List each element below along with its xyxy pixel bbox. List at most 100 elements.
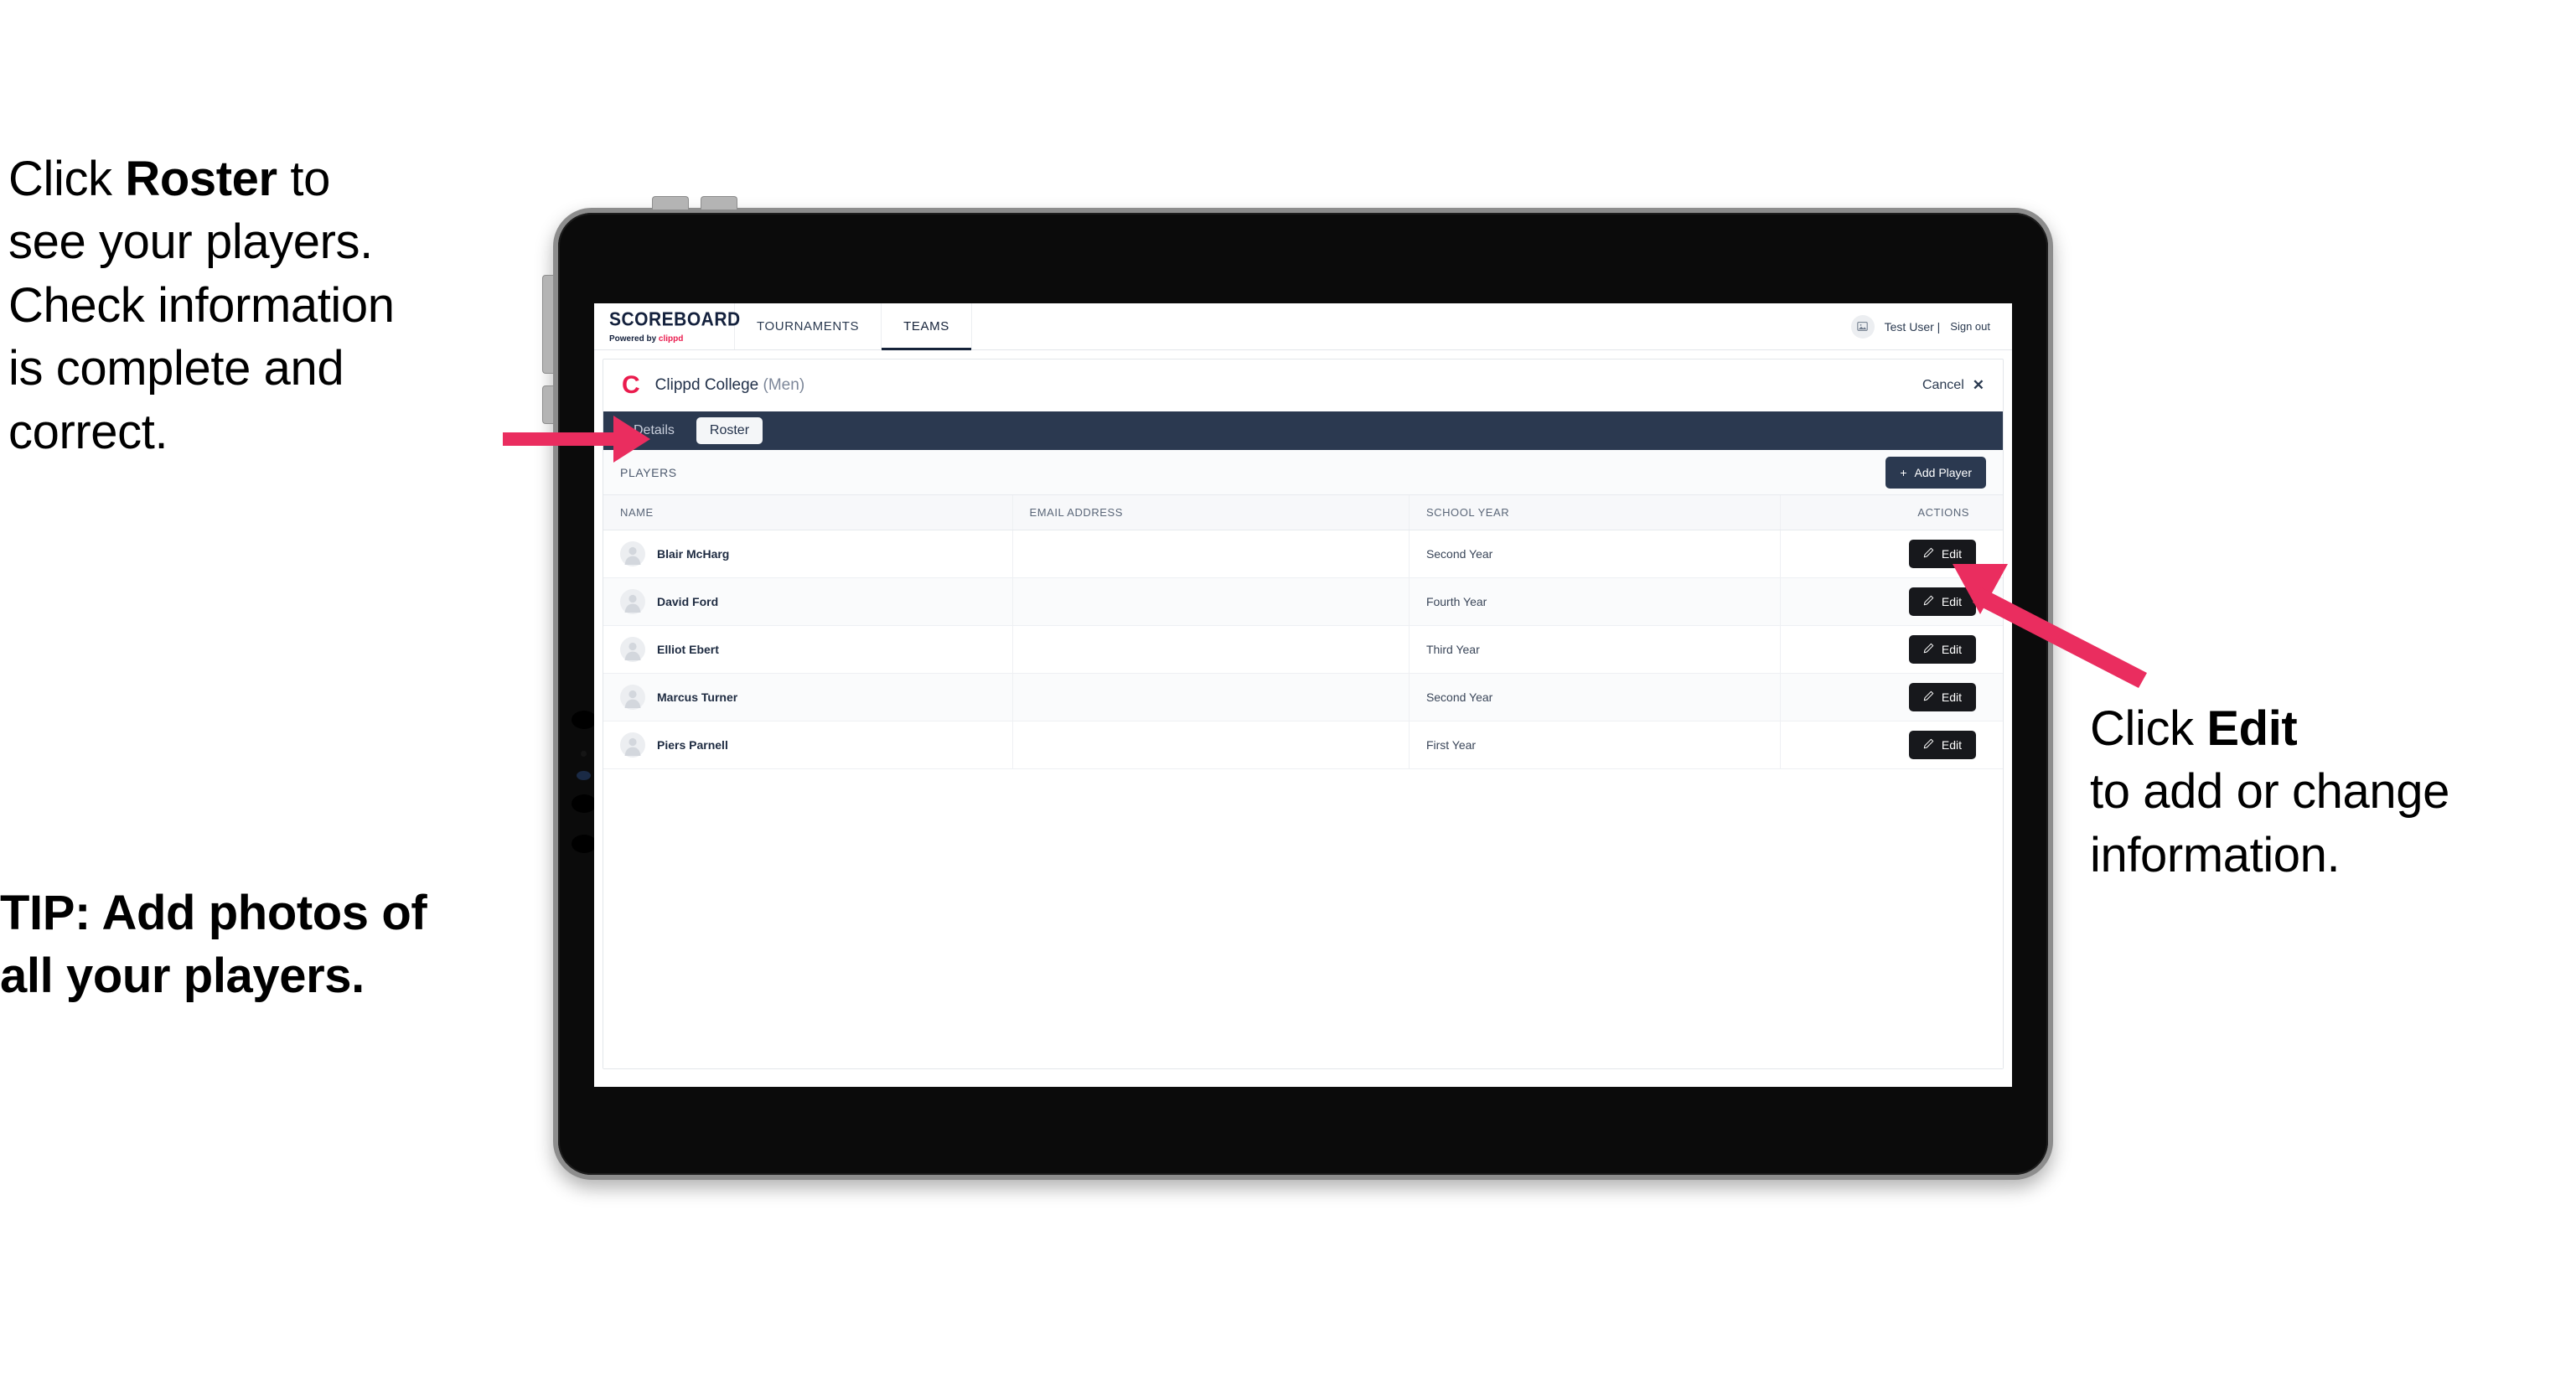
team-tabbar: Details Roster xyxy=(603,411,2003,450)
annotation-text-line-1b: to xyxy=(277,152,330,206)
player-name-label: Marcus Turner xyxy=(657,690,738,704)
tab-details[interactable]: Details xyxy=(620,417,688,444)
annotation-tip: TIP: Add photos of all your players. xyxy=(0,882,553,1008)
avatar xyxy=(620,541,645,566)
cell-school-year: First Year xyxy=(1409,721,1782,769)
player-name-cell: Elliot Ebert xyxy=(620,637,996,662)
cell-email xyxy=(1012,577,1410,626)
roster-table: NAME EMAIL ADDRESS SCHOOL YEAR ACTIONS B… xyxy=(603,495,2003,769)
table-header-row: NAME EMAIL ADDRESS SCHOOL YEAR ACTIONS xyxy=(603,495,2003,530)
player-name-label: David Ford xyxy=(657,595,719,608)
cell-name: David Ford xyxy=(603,577,1013,626)
roster-table-head: NAME EMAIL ADDRESS SCHOOL YEAR ACTIONS xyxy=(603,495,2003,530)
pencil-icon xyxy=(1923,643,1934,656)
brand-subtitle: Powered by clippd xyxy=(609,334,734,344)
brand-sub-prefix: Powered by xyxy=(609,334,659,344)
cell-actions: Edit xyxy=(1780,625,2003,674)
annotation-edit-line-3: information. xyxy=(2090,827,2341,882)
tab-roster-label: Roster xyxy=(709,423,750,437)
cell-actions: Edit xyxy=(1780,530,2003,578)
brand-logo[interactable]: SCOREBOARD Powered by clippd xyxy=(594,303,741,349)
annotation-text-line-3: Check information xyxy=(8,277,395,333)
sign-out-link[interactable]: Sign out xyxy=(1950,320,1990,333)
tablet-speaker-dot-2 xyxy=(572,794,597,813)
annotation-edit-instruction: Click Edit to add or change information. xyxy=(2090,697,2576,887)
edit-button-label: Edit xyxy=(1941,643,1962,656)
avatar xyxy=(620,589,645,614)
cell-name: Blair McHarg xyxy=(603,530,1013,578)
cell-name: Piers Parnell xyxy=(603,721,1013,769)
player-name-label: Elliot Ebert xyxy=(657,643,719,656)
players-toolbar: PLAYERS + Add Player xyxy=(603,450,2003,495)
pencil-icon xyxy=(1923,738,1934,752)
edit-button-label: Edit xyxy=(1941,690,1962,704)
edit-button[interactable]: Edit xyxy=(1908,731,1976,759)
team-detail-card: C Clippd College (Men) Cancel ✕ Details … xyxy=(603,359,2004,1069)
tablet-device-mockup: SCOREBOARD Powered by clippd TOURNAMENTS… xyxy=(542,196,2053,1180)
tablet-volume-down-button xyxy=(701,196,737,209)
user-avatar-icon[interactable] xyxy=(1850,314,1875,339)
cell-name: Marcus Turner xyxy=(603,673,1013,721)
players-section-label: PLAYERS xyxy=(620,465,677,479)
plus-icon: + xyxy=(1900,465,1907,479)
player-name-label: Piers Parnell xyxy=(657,738,728,752)
team-header: C Clippd College (Men) Cancel ✕ xyxy=(603,359,2003,411)
cell-email xyxy=(1012,673,1410,721)
column-header-name: NAME xyxy=(603,495,1013,530)
add-player-button[interactable]: + Add Player xyxy=(1885,456,1986,489)
app-top-navbar: SCOREBOARD Powered by clippd TOURNAMENTS… xyxy=(594,303,2012,350)
cell-actions: Edit xyxy=(1780,577,2003,626)
avatar xyxy=(620,637,645,662)
nav-item-tournaments[interactable]: TOURNAMENTS xyxy=(735,303,882,349)
edit-button[interactable]: Edit xyxy=(1908,540,1976,568)
tablet-power-button xyxy=(542,275,553,374)
nav-item-teams-label: TEAMS xyxy=(903,319,949,334)
brand-sub-clippd: clippd xyxy=(658,334,684,344)
annotation-roster-instruction: Click Roster to see your players. Check … xyxy=(8,147,561,463)
player-school-year-label: Fourth Year xyxy=(1425,595,1487,608)
annotation-text-roster-bold: Roster xyxy=(125,152,277,206)
cell-school-year: Second Year xyxy=(1409,530,1782,578)
player-name-cell: Piers Parnell xyxy=(620,732,996,758)
player-name-cell: Marcus Turner xyxy=(620,685,996,710)
cell-school-year: Fourth Year xyxy=(1409,577,1782,626)
cell-name: Elliot Ebert xyxy=(603,625,1013,674)
team-name-text: Clippd College xyxy=(654,376,759,394)
team-gender-suffix: (Men) xyxy=(763,376,805,394)
edit-button[interactable]: Edit xyxy=(1908,587,1976,616)
player-name-label: Blair McHarg xyxy=(657,547,730,561)
column-header-year: SCHOOL YEAR xyxy=(1409,495,1782,530)
tab-details-label: Details xyxy=(634,423,675,437)
annotation-text-line-2: see your players. xyxy=(8,215,373,270)
team-logo-icon: C xyxy=(622,371,640,399)
pencil-icon xyxy=(1923,595,1934,608)
add-player-label: Add Player xyxy=(1914,465,1972,479)
annotation-tip-line-2: all your players. xyxy=(0,949,365,1004)
player-name-cell: David Ford xyxy=(620,589,996,614)
close-x-icon: ✕ xyxy=(1972,377,1984,393)
table-row: Elliot Ebert Third Year Edit xyxy=(603,625,2003,674)
cancel-button[interactable]: Cancel ✕ xyxy=(1922,377,1984,394)
table-empty-area xyxy=(603,769,2003,1068)
annotation-text-line-1a: Click xyxy=(8,152,126,206)
annotation-text-line-5: correct. xyxy=(8,404,168,459)
tablet-speaker-dot-3 xyxy=(572,835,597,853)
annotation-edit-line-1a: Click xyxy=(2090,701,2207,756)
column-header-actions: ACTIONS xyxy=(1780,495,2003,530)
app-screen: SCOREBOARD Powered by clippd TOURNAMENTS… xyxy=(594,303,2012,1087)
tablet-volume-up-button xyxy=(652,196,689,209)
roster-table-body: Blair McHarg Second Year Edit David Ford Fou… xyxy=(603,530,2003,769)
edit-button[interactable]: Edit xyxy=(1908,635,1976,664)
tablet-speaker-dot-1 xyxy=(572,711,597,729)
cell-email xyxy=(1012,721,1410,769)
tablet-sensor-dot xyxy=(581,751,587,757)
nav-item-teams[interactable]: TEAMS xyxy=(882,303,972,350)
cancel-label: Cancel xyxy=(1922,378,1964,392)
player-school-year-label: First Year xyxy=(1425,738,1477,752)
tab-roster[interactable]: Roster xyxy=(696,417,763,444)
player-school-year-label: Third Year xyxy=(1425,643,1480,656)
cell-actions: Edit xyxy=(1780,721,2003,769)
edit-button[interactable]: Edit xyxy=(1908,683,1976,711)
edit-button-label: Edit xyxy=(1941,738,1962,752)
brand-title: SCOREBOARD xyxy=(609,308,741,330)
